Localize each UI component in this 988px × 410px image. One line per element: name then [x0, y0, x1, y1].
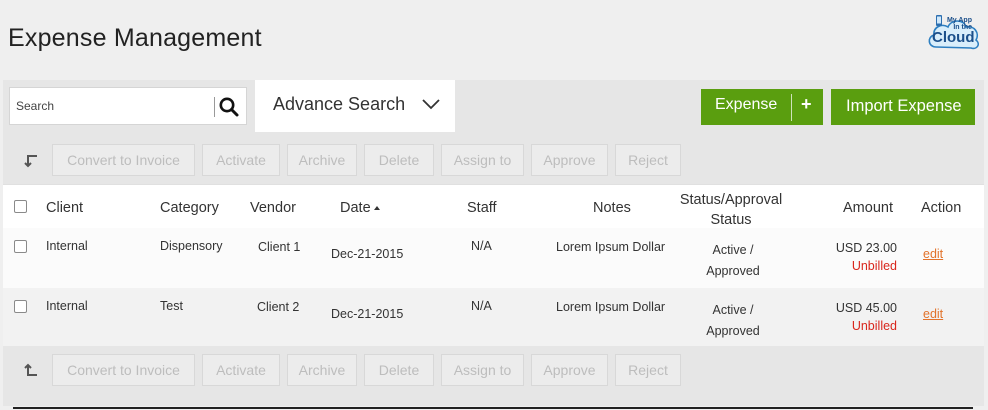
- chevron-down-icon: [422, 99, 440, 110]
- expense-table: Client Category Vendor Date Staff Notes …: [3, 184, 984, 346]
- delete-button[interactable]: Delete: [364, 144, 434, 176]
- search-input[interactable]: [10, 88, 222, 124]
- select-all-checkbox[interactable]: [14, 200, 27, 213]
- table-header: Client Category Vendor Date Staff Notes …: [3, 184, 984, 229]
- cell-notes: Lorem Ipsum Dollar: [556, 300, 666, 314]
- edit-link[interactable]: edit: [923, 307, 943, 321]
- cell-status-line2: Approved: [706, 264, 760, 278]
- advance-search-toggle[interactable]: Advance Search: [255, 80, 455, 132]
- cell-vendor: Client 2: [257, 300, 300, 314]
- activate-button[interactable]: Activate: [202, 354, 280, 386]
- reject-button[interactable]: Reject: [615, 144, 681, 176]
- archive-button[interactable]: Archive: [287, 354, 357, 386]
- cell-status-line2: Approved: [706, 324, 760, 338]
- column-status-line1: Status/Approval: [679, 192, 783, 208]
- cell-amount: USD 45.00 Unbilled: [821, 299, 897, 335]
- arrow-down-left-icon: [24, 155, 37, 168]
- import-expense-label: Import Expense: [846, 97, 962, 115]
- app-logo[interactable]: My App In the Cloud: [926, 13, 982, 53]
- footer-divider: [13, 407, 973, 409]
- search-box: [9, 87, 247, 125]
- column-category[interactable]: Category: [160, 200, 219, 216]
- approve-button[interactable]: Approve: [531, 144, 608, 176]
- search-icon: [219, 97, 239, 117]
- cell-status-line1: Active /: [712, 303, 754, 317]
- search-divider: [214, 97, 215, 117]
- table-row[interactable]: Internal Dispensory Client 1 Dec-21-2015…: [3, 228, 984, 288]
- cell-staff: N/A: [471, 299, 492, 313]
- plus-icon: +: [801, 94, 812, 114]
- page-title: Expense Management: [8, 24, 262, 52]
- cell-vendor: Client 1: [258, 240, 301, 254]
- cell-client: Internal: [46, 299, 88, 313]
- import-expense-button[interactable]: Import Expense: [831, 89, 975, 125]
- delete-button[interactable]: Delete: [364, 354, 434, 386]
- archive-button[interactable]: Archive: [287, 144, 357, 176]
- assign-to-button[interactable]: Assign to: [441, 144, 524, 176]
- column-amount[interactable]: Amount: [843, 200, 893, 216]
- column-date-label: Date: [340, 200, 371, 216]
- cell-amount: USD 23.00 Unbilled: [821, 239, 897, 275]
- bulk-actions-top: Convert to Invoice Activate Archive Dele…: [3, 140, 984, 180]
- convert-to-invoice-button[interactable]: Convert to Invoice: [52, 354, 195, 386]
- cell-client: Internal: [46, 239, 88, 253]
- column-vendor[interactable]: Vendor: [250, 200, 296, 216]
- cell-status-line1: Active /: [712, 243, 754, 257]
- cell-category: Dispensory: [160, 239, 223, 253]
- cell-staff: N/A: [471, 239, 492, 253]
- expense-button-label: Expense: [715, 96, 778, 113]
- row-checkbox[interactable]: [14, 240, 27, 253]
- table-row[interactable]: Internal Test Client 2 Dec-21-2015 N/A L…: [3, 288, 984, 346]
- column-staff[interactable]: Staff: [467, 200, 497, 216]
- advance-search-label: Advance Search: [273, 94, 406, 114]
- amount-value: USD 23.00: [835, 241, 897, 255]
- edit-link[interactable]: edit: [923, 247, 943, 261]
- column-notes[interactable]: Notes: [593, 200, 631, 216]
- column-status-line2: Status: [710, 212, 752, 228]
- column-date[interactable]: Date: [340, 200, 380, 216]
- column-action: Action: [921, 200, 962, 216]
- cell-date: Dec-21-2015: [331, 307, 404, 321]
- approve-button[interactable]: Approve: [531, 354, 608, 386]
- search-button[interactable]: [218, 96, 240, 118]
- cell-status: Active / Approved: [687, 300, 779, 342]
- add-expense-button[interactable]: Expense +: [701, 89, 823, 125]
- bulk-actions-bottom: Convert to Invoice Activate Archive Dele…: [3, 350, 984, 390]
- column-client[interactable]: Client: [46, 200, 83, 216]
- amount-value: USD 45.00: [835, 301, 897, 315]
- convert-to-invoice-button[interactable]: Convert to Invoice: [52, 144, 195, 176]
- cell-notes: Lorem Ipsum Dollar: [556, 240, 666, 254]
- row-checkbox[interactable]: [14, 300, 27, 313]
- cell-status: Active / Approved: [687, 240, 779, 282]
- billing-status: Unbilled: [851, 319, 897, 333]
- billing-status: Unbilled: [851, 259, 897, 273]
- cell-date: Dec-21-2015: [331, 247, 404, 261]
- arrow-up-left-icon: [24, 363, 37, 376]
- expense-panel: Advance Search Expense + Import Expense …: [3, 80, 984, 406]
- column-status[interactable]: Status/Approval Status: [675, 190, 787, 230]
- activate-button[interactable]: Activate: [202, 144, 280, 176]
- sort-ascending-icon: [373, 206, 380, 211]
- button-separator: [791, 94, 792, 121]
- assign-to-button[interactable]: Assign to: [441, 354, 524, 386]
- cell-category: Test: [160, 299, 183, 313]
- reject-button[interactable]: Reject: [615, 354, 681, 386]
- logo-wordmark: Cloud: [932, 29, 975, 46]
